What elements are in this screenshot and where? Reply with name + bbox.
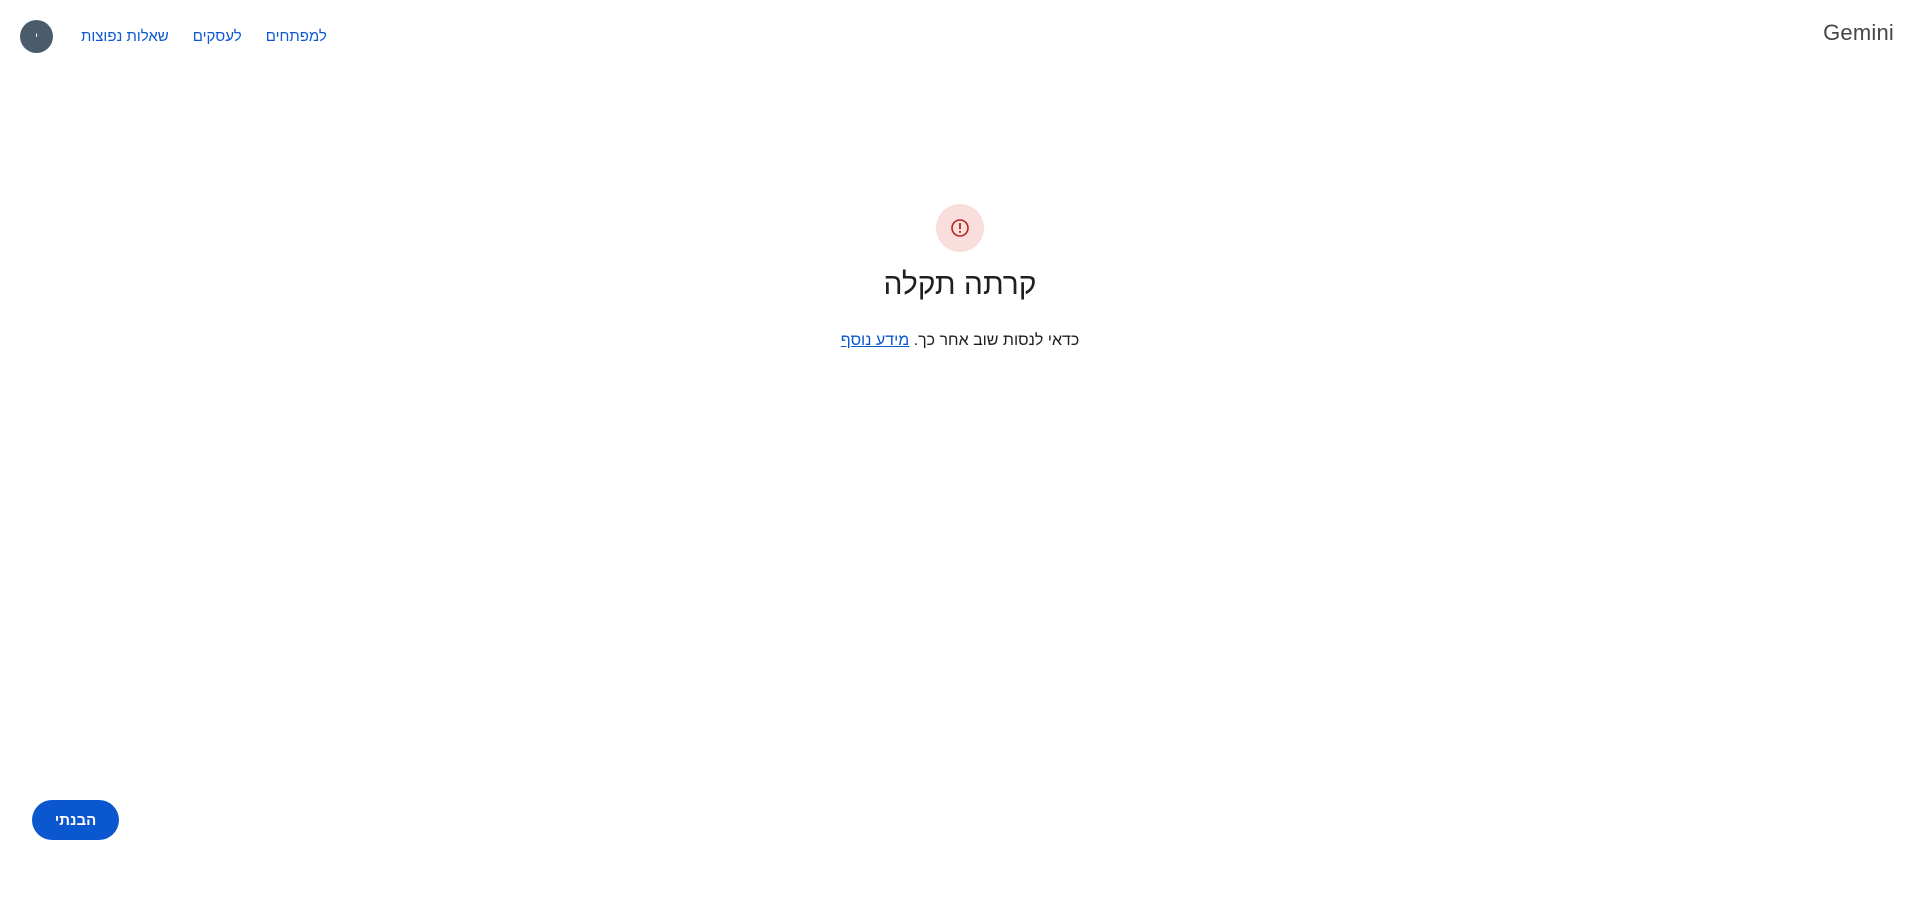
top-nav: י שאלות נפוצות לעסקים למפתחים [20, 20, 351, 53]
error-panel: קרתה תקלה כדאי לנסות שוב אחר כך. מידע נו… [0, 204, 1920, 350]
dismiss-button[interactable]: הבנתי [32, 800, 119, 840]
nav-link-business[interactable]: לעסקים [193, 28, 242, 45]
nav-link-faq[interactable]: שאלות נפוצות [81, 28, 169, 45]
error-message: כדאי לנסות שוב אחר כך. מידע נוסף [841, 332, 1080, 350]
nav-link-developers[interactable]: למפתחים [266, 28, 327, 45]
error-message-text: כדאי לנסות שוב אחר כך. [913, 332, 1080, 349]
error-title: קרתה תקלה [883, 268, 1037, 301]
learn-more-link[interactable]: מידע נוסף [841, 332, 909, 349]
error-icon-badge [936, 204, 984, 252]
error-circle-icon [951, 219, 969, 237]
page: Gemini י שאלות נפוצות לעסקים למפתחים קרת… [0, 0, 1920, 911]
brand-logo[interactable]: Gemini [1823, 20, 1894, 46]
avatar[interactable]: י [20, 20, 53, 53]
